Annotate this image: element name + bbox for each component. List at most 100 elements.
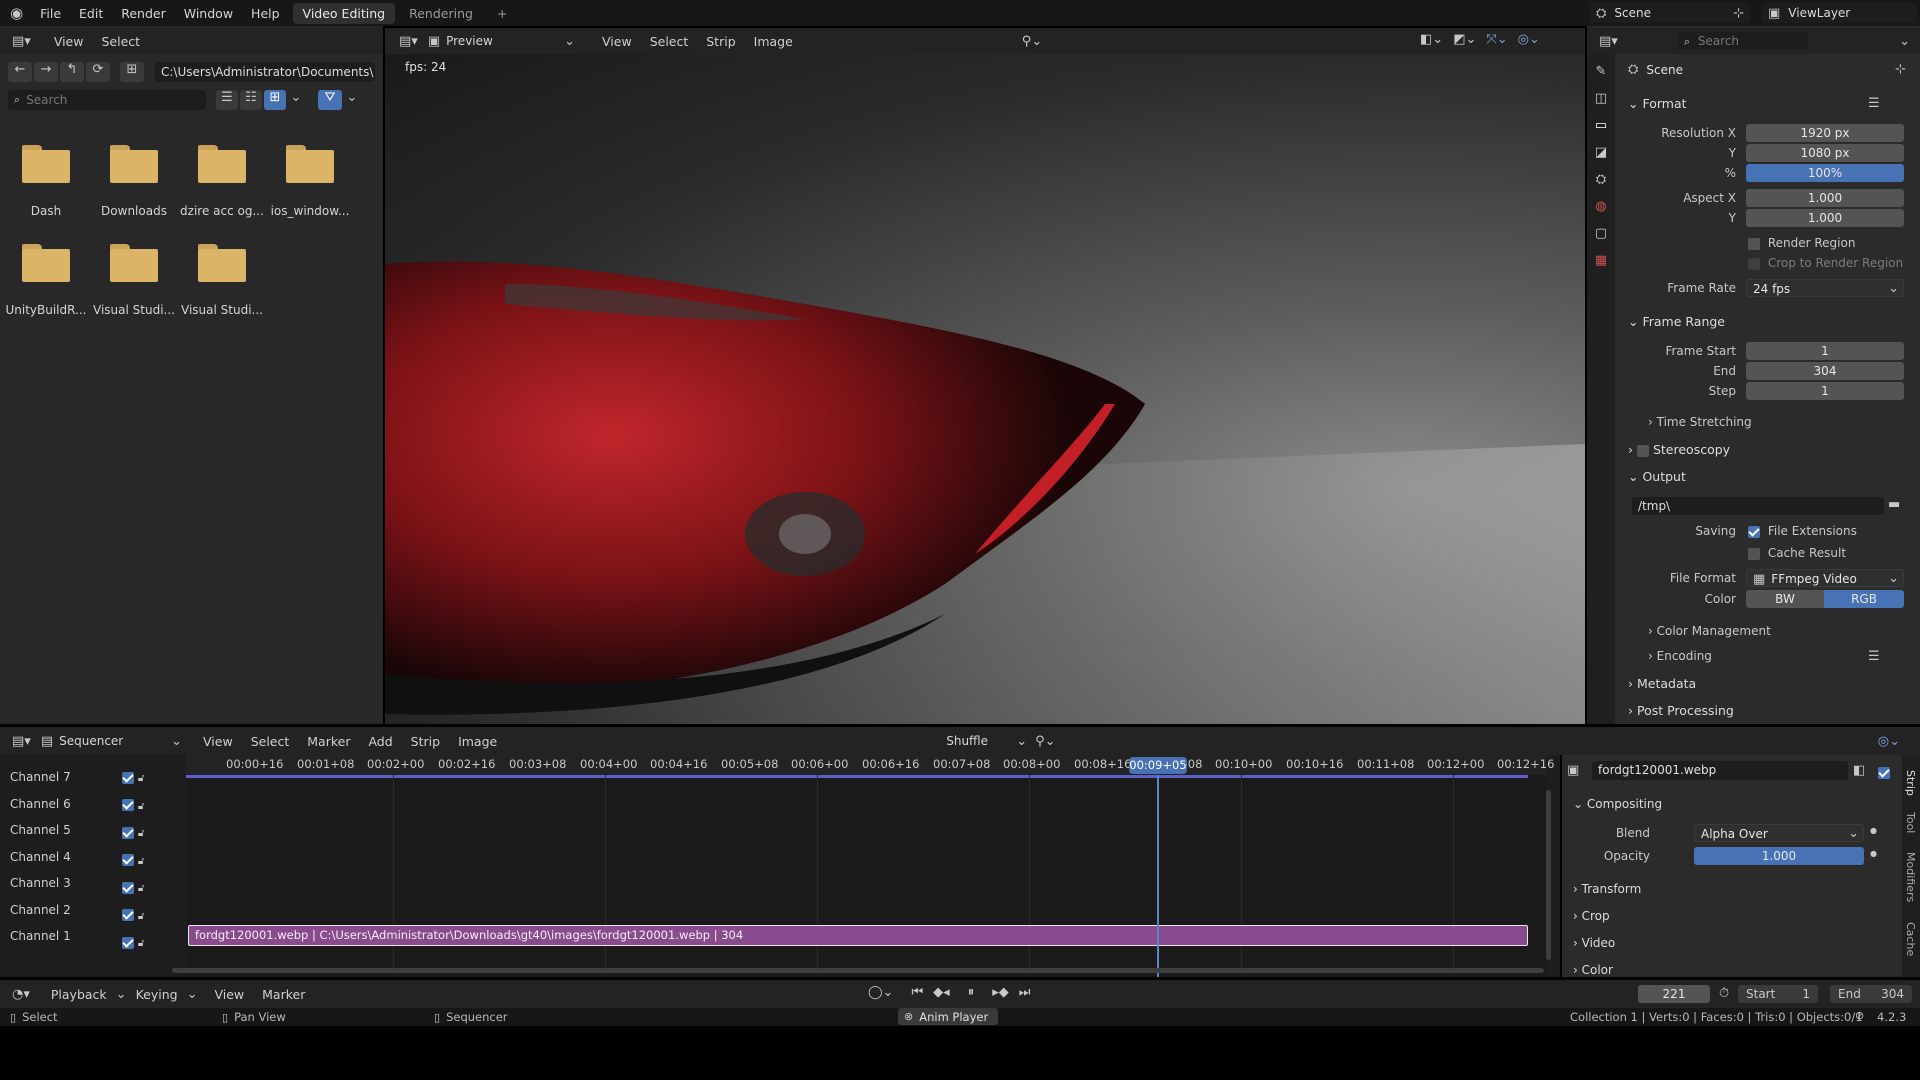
sidebar-tab-modifiers[interactable]: Modifiers — [1904, 852, 1917, 902]
refresh-icon[interactable]: ⟳ — [86, 62, 110, 82]
channel-label[interactable]: Channel 5 — [10, 823, 71, 837]
channel-mute-checkbox[interactable]: 🔓︎ — [122, 908, 144, 922]
compositing-section-header[interactable]: ⌄ Compositing — [1573, 797, 1662, 811]
back-icon[interactable]: ← — [8, 62, 32, 82]
tool-icon[interactable]: ✎ — [1596, 64, 1607, 79]
end-frame-field[interactable]: End 304 — [1830, 985, 1912, 1003]
channel-mute-checkbox[interactable]: 🔓︎ — [122, 770, 144, 784]
crop-region-checkbox[interactable]: Crop to Render Region — [1748, 256, 1903, 270]
menu-help[interactable]: Help — [242, 6, 289, 21]
list-horizontal-icon[interactable]: ☷ — [240, 90, 262, 110]
lock-icon[interactable]: 🔓︎ — [138, 801, 144, 812]
seq-menu-view[interactable]: View — [194, 734, 242, 749]
close-icon[interactable]: ⊗ — [904, 1010, 913, 1023]
timeline-menu-playback[interactable]: Playback — [42, 987, 116, 1002]
fb-search-input[interactable]: ⌕ Search — [8, 90, 206, 110]
forward-icon[interactable]: → — [34, 62, 58, 82]
editor-type-icon[interactable]: ▤▾ — [12, 734, 31, 749]
preview-menu-strip[interactable]: Strip — [697, 34, 744, 49]
channel-mute-checkbox[interactable]: 🔓︎ — [122, 798, 144, 812]
output-path-field[interactable]: /tmp\ — [1632, 497, 1884, 515]
filter-icon[interactable]: ⛛ — [318, 90, 342, 110]
checkbox[interactable] — [122, 936, 134, 949]
file-format-dropdown[interactable]: ▦ FFmpeg Video ⌄ — [1746, 569, 1904, 587]
image-strip[interactable]: fordgt120001.webp | C:\Users\Administrat… — [188, 925, 1528, 946]
time-stretching-subpanel[interactable]: › Time Stretching — [1648, 415, 1752, 429]
folder-icon[interactable] — [198, 244, 246, 282]
fb-path-field[interactable]: C:\Users\Administrator\Documents\ — [155, 62, 375, 82]
lock-icon[interactable]: 🔓︎ — [138, 856, 144, 867]
blender-logo-icon[interactable]: ◉ — [10, 4, 23, 22]
overlay-icon[interactable]: ◎⌄ — [1878, 734, 1900, 749]
jump-keyframe-back-icon[interactable]: ◆◂ — [933, 985, 950, 1000]
strip-name-field[interactable]: fordgt120001.webp — [1592, 761, 1848, 780]
frame-step-field[interactable]: 1 — [1746, 382, 1904, 400]
lock-icon[interactable]: 🔓︎ — [138, 828, 144, 839]
aspect-x-field[interactable]: 1.000 — [1746, 189, 1904, 207]
channel-mute-checkbox[interactable]: 🔓︎ — [122, 880, 144, 894]
frame-end-field[interactable]: 304 — [1746, 362, 1904, 380]
channel-label[interactable]: Channel 7 — [10, 770, 71, 784]
frame-range-section-header[interactable]: ⌄ Frame Range — [1628, 314, 1725, 329]
color-management-subpanel[interactable]: › Color Management — [1648, 624, 1771, 638]
encoding-subpanel[interactable]: › Encoding — [1648, 649, 1712, 663]
checkbox[interactable] — [122, 771, 134, 784]
folder-icon[interactable] — [286, 145, 334, 183]
pin-icon[interactable]: ⊹ — [1895, 62, 1906, 77]
tab-video-editing[interactable]: Video Editing — [292, 2, 396, 24]
stopwatch-icon[interactable]: ⏱︎ — [1719, 986, 1729, 1001]
folder-icon[interactable] — [22, 145, 70, 183]
lock-icon[interactable]: 🔓︎ — [138, 883, 144, 894]
format-section-header[interactable]: ⌄ Format — [1628, 96, 1687, 111]
checkbox[interactable] — [1748, 237, 1760, 250]
pin-icon[interactable]: ⊹ — [1733, 6, 1744, 21]
timeline-menu-keying[interactable]: Keying — [127, 987, 187, 1002]
current-frame-field[interactable]: 221 — [1638, 985, 1710, 1003]
output-section-header[interactable]: ⌄ Output — [1628, 469, 1686, 484]
parent-dir-icon[interactable]: ↰ — [60, 62, 84, 82]
checkbox[interactable] — [1878, 766, 1890, 779]
start-frame-field[interactable]: Start 1 — [1738, 985, 1818, 1003]
resolution-y-field[interactable]: 1080 px — [1746, 144, 1904, 162]
fb-menu-view[interactable]: View — [45, 34, 93, 49]
folder-label[interactable]: Dash — [4, 204, 88, 218]
sidebar-tab-cache[interactable]: Cache — [1904, 922, 1917, 956]
channel-label[interactable]: Channel 3 — [10, 876, 71, 890]
lock-icon[interactable]: 🔓︎ — [138, 911, 144, 922]
folder-label[interactable]: UnityBuildR... — [4, 303, 88, 317]
sequencer-type-dropdown[interactable]: Sequencer — [59, 734, 171, 748]
color-rgb-button[interactable]: RGB — [1824, 590, 1904, 608]
vertical-scrollbar[interactable] — [1546, 790, 1551, 960]
menu-render[interactable]: Render — [112, 6, 175, 21]
gizmo-icon[interactable]: ⤧⌄ — [1486, 32, 1507, 47]
checkbox[interactable] — [1636, 444, 1649, 457]
seq-menu-select[interactable]: Select — [242, 734, 299, 749]
sidebar-tab-strip[interactable]: Strip — [1904, 770, 1917, 796]
props-search-input[interactable]: ⌕ Search — [1677, 32, 1808, 50]
display-icon[interactable]: ◩⌄ — [1453, 32, 1476, 47]
scene-selector[interactable]: ⛭ Scene ⊹ — [1590, 3, 1750, 23]
folder-icon[interactable] — [110, 244, 158, 282]
preview-menu-view[interactable]: View — [593, 34, 641, 49]
channel-label[interactable]: Channel 6 — [10, 797, 71, 811]
jump-keyframe-forward-icon[interactable]: ▸◆ — [992, 985, 1009, 1000]
metadata-section-header[interactable]: › Metadata — [1628, 676, 1696, 691]
menu-file[interactable]: File — [31, 6, 70, 21]
anim-player-button[interactable]: ⊗ Anim Player — [898, 1008, 998, 1025]
cache-result-checkbox[interactable]: Cache Result — [1748, 546, 1846, 560]
jump-start-icon[interactable]: ⏮︎ — [911, 985, 923, 1000]
checkbox[interactable] — [122, 854, 134, 866]
folder-label[interactable]: dzire acc og... — [180, 204, 264, 218]
frame-rate-dropdown[interactable]: 24 fps ⌄ — [1746, 279, 1904, 297]
resolution-pct-field[interactable]: 100% — [1746, 164, 1904, 182]
overlap-mode-dropdown[interactable]: Shuffle — [946, 734, 1016, 748]
checkbox[interactable] — [1748, 547, 1760, 560]
folder-icon[interactable] — [110, 145, 158, 183]
display-dropdown-icon[interactable]: ⌄ — [288, 90, 304, 110]
keyframe-dot-icon[interactable]: ● — [1870, 849, 1877, 858]
jump-end-icon[interactable]: ⏭︎ — [1019, 985, 1031, 1000]
checkbox[interactable] — [122, 799, 134, 811]
checkbox[interactable] — [1748, 525, 1760, 538]
transform-section-header[interactable]: › Transform — [1573, 882, 1641, 896]
channel-mute-checkbox[interactable]: 🔓︎ — [122, 825, 144, 839]
